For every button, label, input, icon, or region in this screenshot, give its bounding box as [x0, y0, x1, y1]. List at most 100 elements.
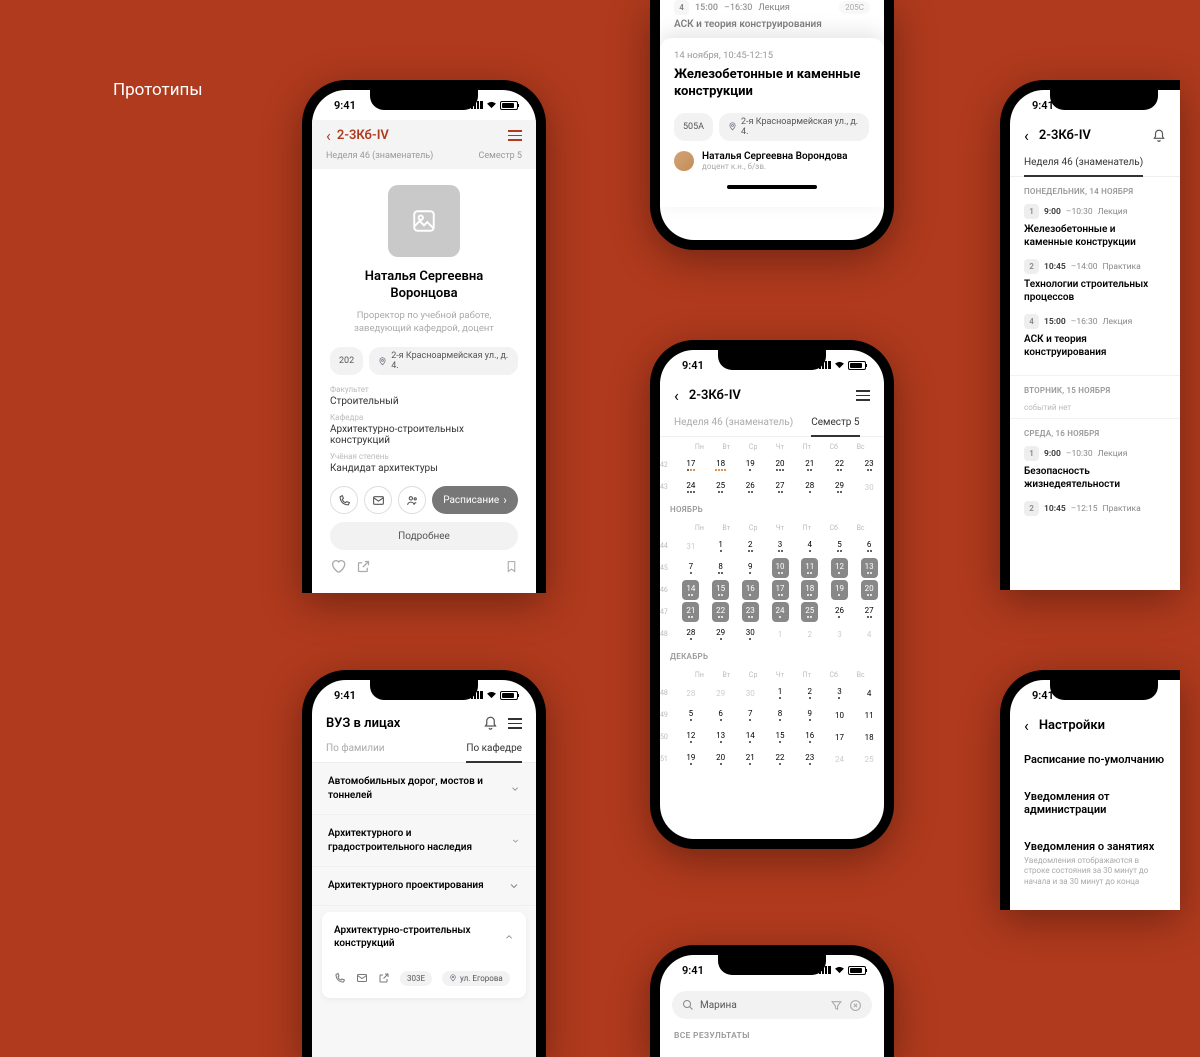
more-button[interactable]: Подробнее	[330, 522, 518, 550]
header-title[interactable]: 2-3Кб-IV	[689, 388, 741, 403]
search-input[interactable]: Марина	[672, 991, 872, 1019]
calendar-day[interactable]: 23	[861, 455, 878, 475]
bell-icon[interactable]	[1152, 129, 1166, 143]
tab-semester[interactable]: Семестр 5	[811, 411, 859, 436]
calendar-day[interactable]: 10	[831, 705, 848, 725]
dept-item[interactable]: Архитектурного и градостроительного насл…	[312, 815, 536, 867]
calendar-day[interactable]: 29	[712, 624, 729, 644]
tab-week[interactable]: Неделя 46 (знаменатель)	[1024, 151, 1143, 176]
home-indicator[interactable]	[727, 185, 817, 189]
calendar-day[interactable]: 30	[861, 477, 878, 497]
calendar-day[interactable]: 22	[712, 602, 729, 622]
lesson-item[interactable]: 415:00–16:30Лекция АСК и теория конструи…	[1024, 314, 1166, 359]
external-link-icon[interactable]	[378, 972, 390, 984]
calendar-day[interactable]: 20	[712, 749, 729, 769]
calendar-day[interactable]: 13	[861, 558, 878, 578]
calendar-day[interactable]: 1	[772, 624, 789, 644]
address-chip[interactable]: 2-я Красноармейская ул., д. 4.	[719, 113, 869, 141]
phone-icon[interactable]	[334, 972, 346, 984]
bell-icon[interactable]	[483, 716, 498, 731]
calendar-day[interactable]: 25	[861, 749, 878, 769]
calendar-day[interactable]: 3	[772, 536, 789, 556]
settings-item-admin-notifications[interactable]: Уведомления от администрации	[1024, 778, 1166, 828]
lesson-item[interactable]: 19:00–10:30Лекция Безопасность жизнедеят…	[1024, 446, 1166, 491]
lesson-item[interactable]: 19:00–10:30Лекция Железобетонные и камен…	[1024, 204, 1166, 249]
calendar-day[interactable]: 23	[801, 749, 818, 769]
calendar-day[interactable]: 15	[772, 727, 789, 747]
calendar-day[interactable]: 24	[772, 602, 789, 622]
bookmark-icon[interactable]	[505, 559, 518, 574]
calendar-day[interactable]: 20	[772, 455, 789, 475]
calendar-day[interactable]: 11	[801, 558, 818, 578]
calendar-day[interactable]: 9	[742, 558, 759, 578]
calendar-day[interactable]: 4	[861, 683, 878, 703]
back-icon[interactable]: ‹	[1024, 716, 1029, 735]
calendar-day[interactable]: 5	[682, 705, 699, 725]
calendar-day[interactable]: 28	[682, 624, 699, 644]
dept-item-expanded[interactable]: Архитектурно-строительных конструкций 30…	[322, 912, 526, 998]
calendar-day[interactable]: 16	[801, 727, 818, 747]
settings-item-class-notifications[interactable]: Уведомления о занятиях Уведомления отобр…	[1024, 828, 1166, 899]
calendar-day[interactable]: 14	[682, 580, 699, 600]
calendar-day[interactable]: 26	[831, 602, 848, 622]
calendar-day[interactable]: 7	[682, 558, 699, 578]
calendar-day[interactable]: 15	[712, 580, 729, 600]
calendar-day[interactable]: 4	[801, 536, 818, 556]
teacher-row[interactable]: Наталья Сергеевна Ворондова доцент к.н.,…	[674, 151, 870, 171]
calendar-day[interactable]: 6	[861, 536, 878, 556]
calendar-day[interactable]: 10	[772, 558, 789, 578]
settings-item-about[interactable]: О приложении	[1024, 899, 1166, 910]
calendar-day[interactable]: 12	[682, 727, 699, 747]
tab-by-department[interactable]: По кафедре	[466, 737, 522, 762]
calendar-day[interactable]: 3	[831, 683, 848, 703]
menu-icon[interactable]	[856, 390, 870, 401]
calendar-day[interactable]: 17	[682, 455, 699, 475]
calendar-day[interactable]: 30	[742, 624, 759, 644]
calendar-day[interactable]: 2	[801, 683, 818, 703]
schedule-button[interactable]: Расписание›	[432, 486, 518, 514]
teams-button[interactable]	[398, 486, 426, 514]
calendar-day[interactable]: 24	[682, 477, 699, 497]
calendar-day[interactable]: 21	[801, 455, 818, 475]
email-button[interactable]	[364, 486, 392, 514]
calendar-day[interactable]: 21	[682, 602, 699, 622]
calendar-day[interactable]: 18	[712, 455, 729, 475]
calendar-day[interactable]: 18	[861, 727, 878, 747]
phone-button[interactable]	[330, 486, 358, 514]
menu-icon[interactable]	[508, 130, 522, 141]
address-chip[interactable]: ул. Егорова	[442, 971, 510, 986]
clear-icon[interactable]	[849, 999, 862, 1012]
back-icon[interactable]: ‹	[1024, 126, 1029, 145]
header-title[interactable]: 2-3Кб-IV	[337, 128, 389, 143]
room-chip[interactable]: 505А	[674, 113, 713, 141]
dept-item[interactable]: Архитектурного проектирования	[312, 867, 536, 906]
calendar[interactable]: ПнВтСрЧтПтСбВс42171819202122234324252627…	[660, 437, 884, 769]
address-chip[interactable]: 2-я Красноармейская ул., д. 4.	[369, 347, 518, 375]
tab-week[interactable]: Неделя 46 (знаменатель)	[674, 411, 793, 436]
filter-icon[interactable]	[830, 999, 843, 1012]
calendar-day[interactable]: 4	[861, 624, 878, 644]
calendar-day[interactable]: 5	[831, 536, 848, 556]
calendar-day[interactable]: 25	[801, 602, 818, 622]
calendar-day[interactable]: 27	[861, 602, 878, 622]
calendar-day[interactable]: 1	[712, 536, 729, 556]
calendar-day[interactable]: 19	[682, 749, 699, 769]
tab-by-lastname[interactable]: По фамилии	[326, 737, 385, 762]
calendar-day[interactable]: 17	[831, 727, 848, 747]
lesson-item[interactable]: 210:45–14:00Практика Технологии строител…	[1024, 259, 1166, 304]
dept-item[interactable]: Автомобильных дорог, мостов и тоннелей	[312, 763, 536, 815]
settings-item-default-schedule[interactable]: Расписание по-умолчанию	[1024, 741, 1166, 778]
calendar-day[interactable]: 22	[772, 749, 789, 769]
calendar-day[interactable]: 31	[682, 536, 699, 556]
calendar-day[interactable]: 12	[831, 558, 848, 578]
calendar-day[interactable]: 19	[831, 580, 848, 600]
menu-icon[interactable]	[508, 718, 522, 729]
calendar-day[interactable]: 11	[861, 705, 878, 725]
calendar-day[interactable]: 1	[772, 683, 789, 703]
calendar-day[interactable]: 17	[772, 580, 789, 600]
calendar-day[interactable]: 18	[801, 580, 818, 600]
calendar-day[interactable]: 29	[831, 477, 848, 497]
calendar-day[interactable]: 28	[682, 683, 699, 703]
calendar-day[interactable]: 7	[742, 705, 759, 725]
calendar-day[interactable]: 8	[772, 705, 789, 725]
